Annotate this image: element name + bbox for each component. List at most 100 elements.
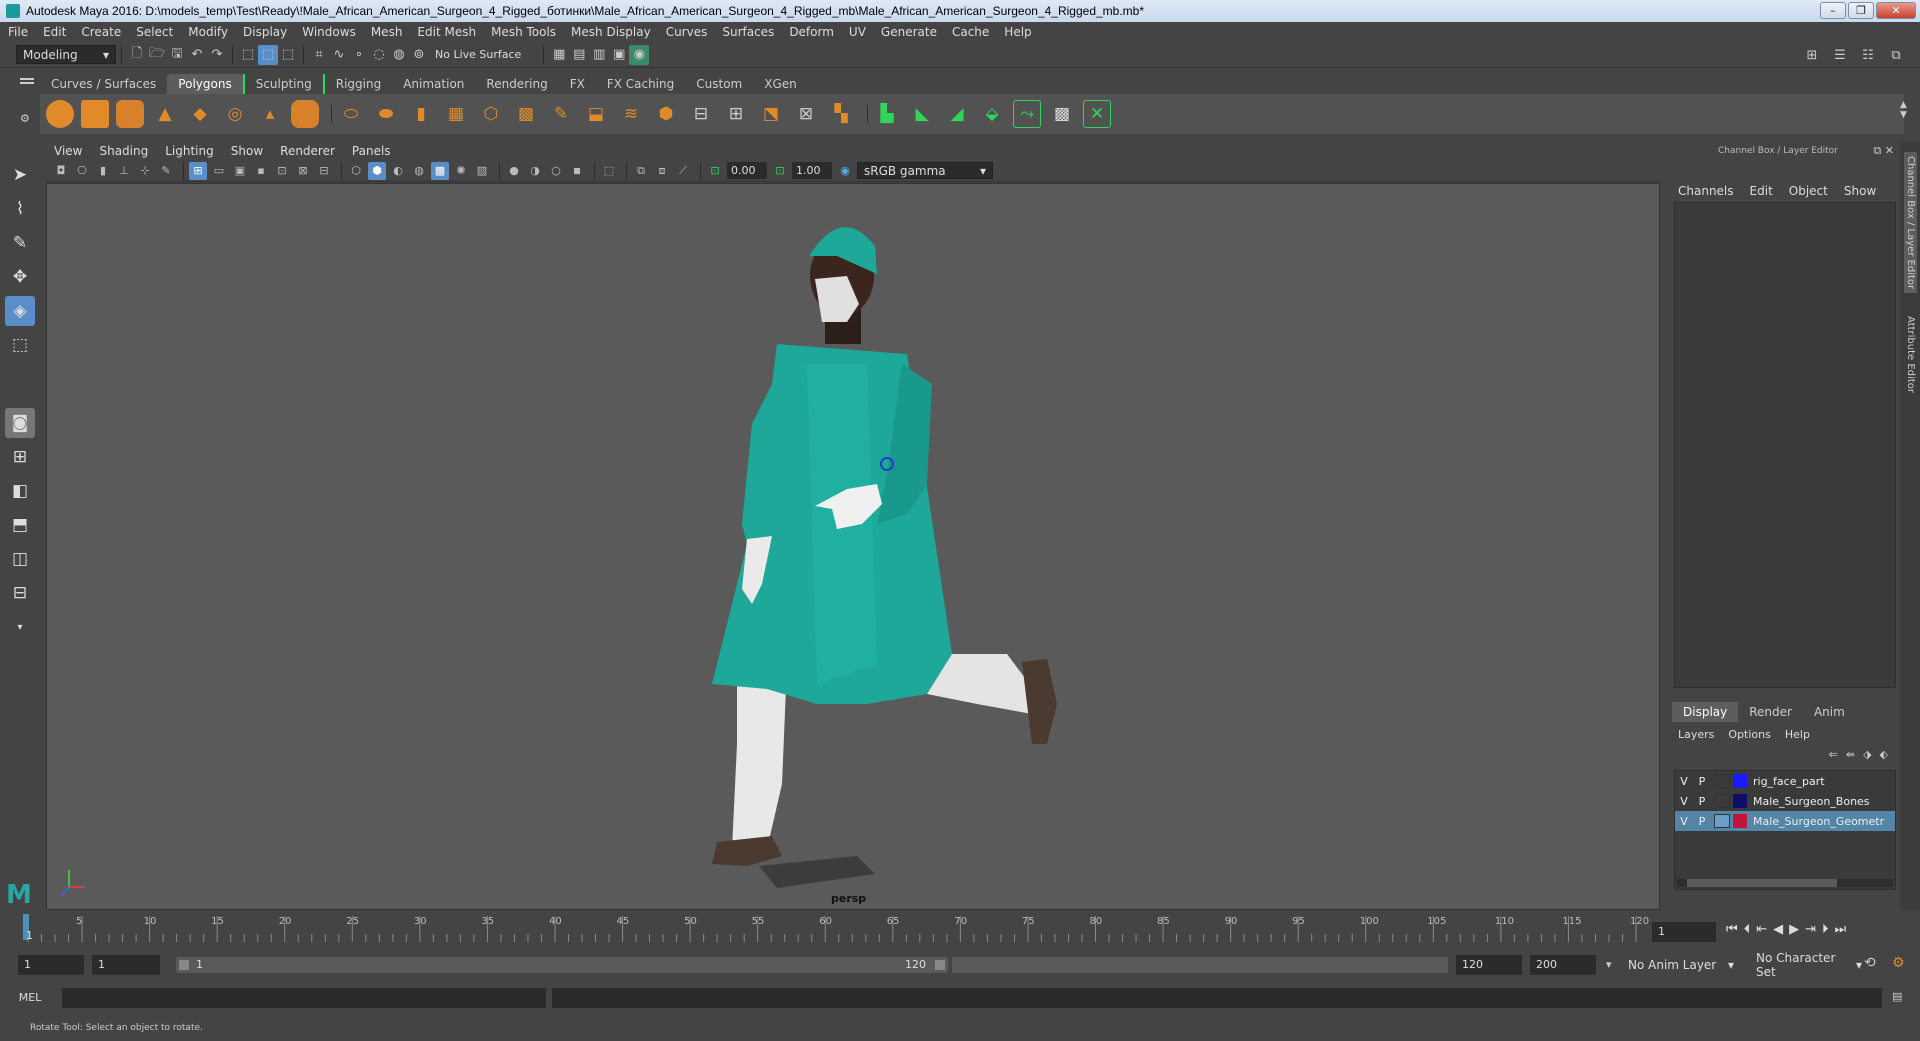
tab-sculpting[interactable]: Sculpting	[242, 74, 323, 94]
menu-edit-mesh[interactable]: Edit Mesh	[417, 25, 476, 39]
time-slider[interactable]: 5 10 15 20 25 30 35 40 45 50 55 60 65 70 75 80 85 90 95 100…	[20, 912, 1656, 944]
textured-icon[interactable]: ▩	[431, 161, 449, 180]
default-material-icon[interactable]: ◐	[389, 162, 407, 180]
exposure-icon[interactable]: ⊡	[706, 162, 724, 180]
menu-create[interactable]: Create	[81, 25, 121, 39]
menu-deform[interactable]: Deform	[789, 25, 834, 39]
menu-edit[interactable]: Edit	[43, 25, 66, 39]
layer-playback-toggle[interactable]: P	[1693, 815, 1711, 828]
wireframe-on-shaded-icon[interactable]: ◍	[410, 162, 428, 180]
menu-curves[interactable]: Curves	[666, 25, 708, 39]
screen-space-ao-icon[interactable]: ●	[505, 162, 523, 180]
gate-mask-icon[interactable]: ▪	[252, 162, 270, 180]
two-d-pan-icon[interactable]: ⊹	[136, 162, 154, 180]
animation-prefs-icon[interactable]: ⚙	[1892, 955, 1905, 971]
vp-menu-show[interactable]: Show	[231, 144, 263, 158]
hypershade-icon[interactable]: ◉	[629, 44, 650, 65]
xray-icon[interactable]: ⧉	[632, 162, 650, 180]
layer-color-swatch[interactable]	[1733, 814, 1747, 828]
fill-hole-icon[interactable]: ⬔	[757, 100, 785, 128]
layer-row[interactable]: V P rig_face_part	[1675, 771, 1895, 791]
snap-point-icon[interactable]: ∘	[349, 45, 369, 65]
smooth-icon[interactable]: ▦	[442, 100, 470, 128]
layer-type-box[interactable]	[1714, 794, 1730, 808]
end-time-field[interactable]: 200	[1530, 955, 1596, 975]
layer-tab-render[interactable]: Render	[1738, 702, 1803, 722]
vp-menu-lighting[interactable]: Lighting	[165, 144, 214, 158]
chevron-down-icon[interactable]: ▾	[1606, 958, 1612, 971]
layer-tab-display[interactable]: Display	[1672, 702, 1739, 722]
gamma-icon[interactable]: ⊡	[771, 162, 789, 180]
new-scene-icon[interactable]: 🗋	[127, 45, 147, 65]
extract-icon[interactable]: ▮	[407, 100, 435, 128]
side-tab-attribute-editor[interactable]: Attribute Editor	[1904, 312, 1917, 397]
menuset-dropdown[interactable]: Modeling ▾	[16, 45, 116, 64]
menu-modify[interactable]: Modify	[188, 25, 228, 39]
move-layer-down-icon[interactable]: ⇚	[1846, 748, 1855, 761]
auto-key-icon[interactable]: ⟲	[1864, 955, 1876, 971]
combine-icon[interactable]: ⬭	[337, 100, 365, 128]
bridge-icon[interactable]: ≋	[617, 100, 645, 128]
poly-plane-icon[interactable]: ◆	[186, 100, 214, 128]
tab-rigging[interactable]: Rigging	[322, 74, 392, 94]
move-tool-icon[interactable]: ✥	[5, 262, 35, 292]
separate-icon[interactable]: ⬬	[372, 100, 400, 128]
grid-icon[interactable]: ⊞	[189, 161, 207, 180]
go-to-start-icon[interactable]: ⏮	[1726, 922, 1738, 937]
layer-row[interactable]: V P Male_Surgeon_Bones	[1675, 791, 1895, 811]
new-layer-icon[interactable]: ⬗	[1863, 748, 1871, 761]
insert-edge-loop-icon[interactable]: ⊟	[687, 100, 715, 128]
select-tool-icon[interactable]: ➤	[5, 160, 35, 190]
poly-cube-icon[interactable]	[81, 100, 109, 128]
playback-end-field[interactable]: 120	[1456, 955, 1522, 975]
shelf-scroll-arrows[interactable]: ▲ ▼	[1900, 100, 1907, 120]
tab-animation[interactable]: Animation	[392, 74, 475, 94]
safe-action-icon[interactable]: ⊠	[294, 162, 312, 180]
menu-surfaces[interactable]: Surfaces	[722, 25, 774, 39]
shadows-icon[interactable]: ▨	[473, 162, 491, 180]
layout-more-icon[interactable]: ▾	[5, 612, 35, 642]
checker-icon[interactable]: ▩	[1048, 100, 1076, 128]
paint-select-icon[interactable]: ✎	[5, 228, 35, 258]
channel-box-icon[interactable]: ⧉	[1886, 45, 1906, 65]
select-object-icon[interactable]: ⬚	[258, 44, 278, 65]
shelf-menu-icon[interactable]	[20, 76, 34, 86]
scrollbar-thumb[interactable]	[1687, 879, 1837, 887]
vp-menu-panels[interactable]: Panels	[352, 144, 391, 158]
anim-layer-dropdown[interactable]: No Anim Layer ▾	[1622, 955, 1740, 975]
menu-select[interactable]: Select	[136, 25, 173, 39]
lasso-tool-icon[interactable]: ⌇	[5, 194, 35, 224]
menu-file[interactable]: File	[8, 25, 28, 39]
layer-visible-toggle[interactable]: V	[1675, 815, 1693, 828]
select-component-icon[interactable]: ⬚	[278, 45, 298, 65]
select-camera-icon[interactable]: ◘	[52, 162, 70, 180]
select-hierarchy-icon[interactable]: ⬚	[238, 45, 258, 65]
resolution-gate-icon[interactable]: ▣	[231, 162, 249, 180]
boolean-icon[interactable]: ▩	[512, 100, 540, 128]
shelf-options-gear-icon[interactable]: ⚙	[20, 112, 30, 125]
play-backwards-icon[interactable]: ◀	[1773, 922, 1783, 937]
xray-joints-icon[interactable]: ⟋	[674, 162, 692, 180]
multicut-icon[interactable]: ✎	[547, 100, 575, 128]
extrude-icon[interactable]: ⬓	[582, 100, 610, 128]
menu-help[interactable]: Help	[1004, 25, 1031, 39]
safe-title-icon[interactable]: ⊟	[315, 162, 333, 180]
vp-menu-view[interactable]: View	[54, 144, 82, 158]
command-input[interactable]	[62, 988, 546, 1008]
offset-edge-loop-icon[interactable]: ⊞	[722, 100, 750, 128]
hypershade-persp-icon[interactable]: ◫	[5, 544, 35, 574]
open-scene-icon[interactable]: 🗁	[147, 45, 167, 65]
uv-editor-icon[interactable]: ✕	[1083, 100, 1111, 128]
persp-graph-icon[interactable]: ⬒	[5, 510, 35, 540]
menu-mesh-display[interactable]: Mesh Display	[571, 25, 651, 39]
camera-attributes-icon[interactable]: ⎔	[73, 162, 91, 180]
layer-type-box[interactable]	[1714, 774, 1730, 788]
restore-button[interactable]: ❐	[1848, 2, 1874, 19]
render-view-icon[interactable]: ▣	[609, 45, 629, 65]
sew-uv-icon[interactable]: ⤳	[1013, 100, 1041, 128]
bookmark-icon[interactable]: ▮	[94, 162, 112, 180]
snap-view-icon[interactable]: ◌	[369, 45, 389, 65]
step-forward-frame-icon[interactable]: ⏵	[1822, 922, 1829, 937]
render-settings-icon[interactable]: ▦	[549, 45, 569, 65]
make-live-icon[interactable]: ⊚	[409, 45, 429, 65]
